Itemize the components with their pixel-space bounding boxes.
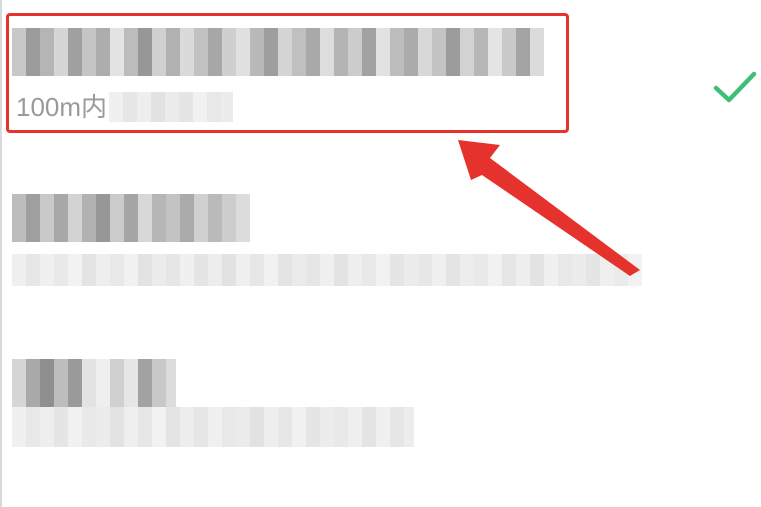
location-item[interactable] xyxy=(0,345,761,460)
distance-row: 100m内 xyxy=(16,89,234,125)
address-redacted xyxy=(109,92,234,122)
location-list: 100m内 xyxy=(0,0,761,507)
location-name-redacted xyxy=(12,359,176,407)
location-name-redacted xyxy=(12,194,250,242)
location-item-selected[interactable]: 100m内 xyxy=(0,10,761,135)
location-name-redacted xyxy=(12,28,550,76)
checkmark-icon xyxy=(713,71,757,103)
address-redacted xyxy=(12,407,414,447)
distance-label: 100m内 xyxy=(16,92,108,122)
location-item[interactable] xyxy=(0,180,761,295)
address-redacted xyxy=(12,254,642,286)
